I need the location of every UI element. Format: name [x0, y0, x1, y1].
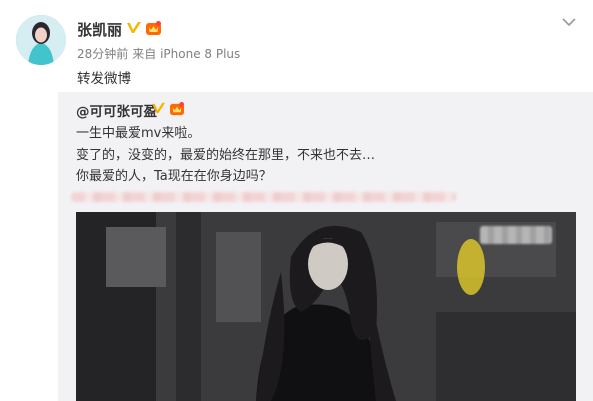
vip-crown-icon[interactable] [145, 20, 162, 36]
username[interactable]: 张凯丽 [77, 19, 122, 40]
video-thumbnail[interactable] [76, 212, 576, 401]
blurred-watermark [480, 226, 552, 244]
quoted-text-line: 变了的，没变的，最爱的始终在那里，不来也不去… [76, 148, 376, 163]
quoted-text-line: 你最爱的人，Ta现在在你身边吗？ [76, 169, 272, 184]
verified-v-icon [152, 102, 165, 114]
user-avatar[interactable] [16, 15, 66, 65]
verified-v-icon [127, 22, 141, 33]
post-text: 转发微博 [77, 71, 131, 87]
post-meta: 28分钟前 来自 iPhone 8 Plus [77, 45, 244, 62]
chevron-down-icon[interactable] [560, 13, 578, 31]
quoted-author[interactable]: @可可张可盈 [76, 100, 157, 120]
post-source: 来自 iPhone 8 Plus [132, 47, 241, 61]
quoted-text-line: 一生中最爱mv来啦。 [76, 126, 201, 141]
post-time[interactable]: 28分钟前 [77, 47, 128, 61]
quoted-post: @可可张可盈 一生中最爱mv来啦。 变了的，没变的，最爱的始终在那里，不来也不去… [58, 92, 593, 401]
vip-crown-icon[interactable] [169, 101, 185, 116]
blurred-text [71, 192, 456, 202]
